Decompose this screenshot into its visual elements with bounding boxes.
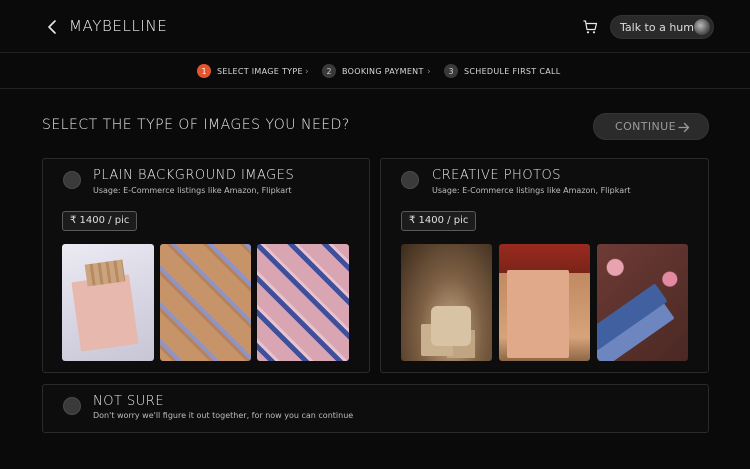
option-title: NOT SURE xyxy=(93,394,165,409)
avatar xyxy=(694,19,710,35)
option-title: CREATIVE PHOTOS xyxy=(432,168,561,183)
step-number: 2 xyxy=(322,64,336,78)
step-booking-payment: 2 BOOKING PAYMENT xyxy=(322,63,424,79)
page-title: SELECT THE TYPE OF IMAGES YOU NEED? xyxy=(42,117,350,133)
top-bar: MAYBELLINE Talk to a human xyxy=(0,0,750,53)
step-number: 3 xyxy=(444,64,458,78)
sample-image xyxy=(160,244,251,361)
radio-not-sure[interactable] xyxy=(63,397,81,415)
step-label: BOOKING PAYMENT xyxy=(342,66,424,76)
chevron-right-icon: › xyxy=(427,67,431,77)
continue-button[interactable]: CONTINUE xyxy=(593,113,709,140)
continue-label: CONTINUE xyxy=(615,120,676,133)
progress-stepper: 1 SELECT IMAGE TYPE › 2 BOOKING PAYMENT … xyxy=(0,53,750,89)
sample-image xyxy=(257,244,349,361)
radio-creative-photos[interactable] xyxy=(401,171,419,189)
option-title: PLAIN BACKGROUND IMAGES xyxy=(93,168,295,183)
step-number: 1 xyxy=(197,64,211,78)
step-schedule-first-call: 3 SCHEDULE FIRST CALL xyxy=(444,63,561,79)
arrow-right-icon xyxy=(678,122,690,133)
sample-image xyxy=(499,244,590,361)
price-badge: ₹ 1400 / pic xyxy=(401,211,477,231)
step-select-image-type: 1 SELECT IMAGE TYPE xyxy=(197,63,303,79)
option-usage: Don't worry we'll figure it out together… xyxy=(93,411,354,420)
option-usage: Usage: E-Commerce listings like Amazon, … xyxy=(93,186,292,195)
step-label: SELECT IMAGE TYPE xyxy=(217,66,303,76)
brand-name: MAYBELLINE xyxy=(69,17,168,35)
sample-image xyxy=(62,244,154,361)
option-usage: Usage: E-Commerce listings like Amazon, … xyxy=(432,186,631,195)
talk-to-human-button[interactable]: Talk to a human xyxy=(610,15,714,39)
chevron-left-icon[interactable] xyxy=(44,18,60,36)
sample-image xyxy=(401,244,492,361)
sample-image xyxy=(597,244,688,361)
cart-icon[interactable] xyxy=(582,19,598,35)
chevron-right-icon: › xyxy=(305,67,309,77)
price-badge: ₹ 1400 / pic xyxy=(62,211,138,231)
radio-plain-background[interactable] xyxy=(63,171,81,189)
step-label: SCHEDULE FIRST CALL xyxy=(464,66,561,76)
